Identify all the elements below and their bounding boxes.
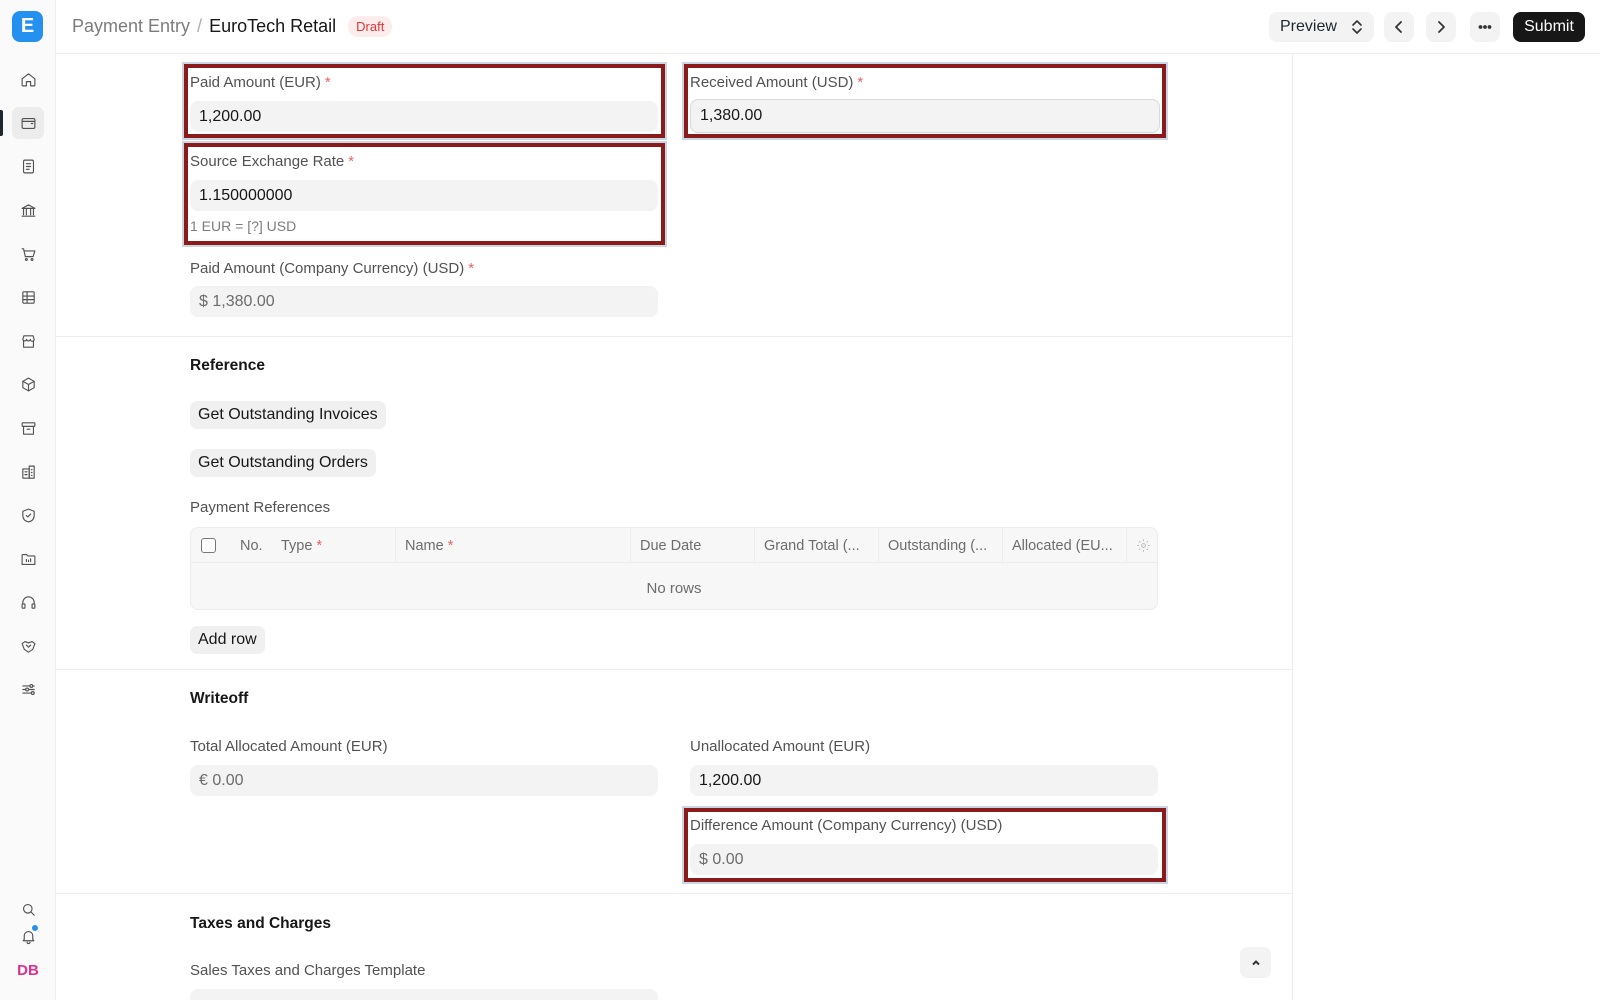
payment-references-label: Payment References bbox=[190, 499, 331, 516]
status-badge: Draft bbox=[348, 16, 393, 37]
section-divider bbox=[56, 893, 1293, 894]
cart-icon[interactable] bbox=[12, 238, 44, 270]
preview-label: Preview bbox=[1280, 18, 1337, 35]
column-type: Type * bbox=[281, 537, 323, 554]
home-icon[interactable] bbox=[12, 63, 44, 95]
folder-icon[interactable] bbox=[12, 543, 44, 575]
unallocated-amount-label: Unallocated Amount (EUR) bbox=[690, 738, 871, 755]
difference-amount-input: $ 0.00 bbox=[690, 844, 1158, 875]
notification-dot bbox=[31, 924, 39, 932]
chevron-left-icon bbox=[1395, 21, 1402, 33]
chevron-up-icon bbox=[1251, 959, 1260, 965]
section-divider bbox=[56, 669, 1293, 670]
wallet-icon[interactable] bbox=[12, 107, 44, 139]
topbar: Payment Entry / EuroTech Retail Draft Pr… bbox=[56, 0, 1600, 54]
sales-taxes-template-label: Sales Taxes and Charges Template bbox=[190, 962, 426, 979]
store-icon[interactable] bbox=[12, 325, 44, 357]
table-header: No. Type * Name * Due Date Grand Total (..… bbox=[191, 528, 1157, 563]
received-amount-label: Received Amount (USD) * bbox=[690, 74, 864, 91]
column-name: Name * bbox=[395, 528, 630, 563]
breadcrumb-separator: / bbox=[197, 16, 203, 36]
submit-button[interactable]: Submit bbox=[1513, 12, 1585, 42]
chevron-up-down-icon bbox=[1352, 20, 1362, 34]
table-icon[interactable] bbox=[12, 281, 44, 313]
source-exchange-rate-label: Source Exchange Rate * bbox=[190, 153, 355, 170]
select-all-checkbox-cell bbox=[191, 528, 227, 563]
paid-amount-input[interactable]: 1,200.00 bbox=[190, 101, 658, 132]
add-row-button[interactable]: Add row bbox=[190, 626, 265, 654]
paid-company-currency-label: Paid Amount (Company Currency) (USD) * bbox=[190, 260, 475, 277]
column-due-date: Due Date bbox=[630, 528, 754, 563]
page-title: EuroTech Retail bbox=[209, 16, 337, 36]
previous-button[interactable] bbox=[1384, 12, 1414, 42]
sliders-icon[interactable] bbox=[12, 673, 44, 705]
select-all-checkbox[interactable] bbox=[201, 538, 216, 553]
paid-amount-label: Paid Amount (EUR) * bbox=[190, 74, 331, 91]
taxes-section-title: Taxes and Charges bbox=[190, 915, 331, 932]
headset-icon[interactable] bbox=[12, 586, 44, 618]
exchange-rate-help: 1 EUR = [?] USD bbox=[190, 218, 297, 234]
scroll-to-top-button[interactable] bbox=[1240, 947, 1271, 978]
reference-section-title: Reference bbox=[190, 357, 265, 374]
column-grand-total: Grand Total (... bbox=[754, 528, 878, 563]
handshake-icon[interactable] bbox=[12, 630, 44, 662]
payment-references-table: No. Type * Name * Due Date Grand Total (..… bbox=[190, 527, 1158, 610]
paid-company-currency-input: $ 1,380.00 bbox=[190, 286, 658, 317]
column-no: No. bbox=[240, 537, 263, 554]
breadcrumb: Payment Entry / EuroTech Retail Draft bbox=[72, 16, 393, 37]
column-allocated: Allocated (EU... bbox=[1002, 528, 1126, 563]
bank-icon[interactable] bbox=[12, 194, 44, 226]
box-icon[interactable] bbox=[12, 368, 44, 400]
sidebar: E DB bbox=[0, 0, 56, 1000]
more-button[interactable] bbox=[1470, 12, 1500, 42]
avatar[interactable]: DB bbox=[12, 954, 44, 986]
bell-icon[interactable] bbox=[12, 920, 44, 952]
total-allocated-input: € 0.00 bbox=[190, 765, 658, 796]
difference-amount-label: Difference Amount (Company Currency) (US… bbox=[690, 817, 1003, 834]
get-outstanding-invoices-button[interactable]: Get Outstanding Invoices bbox=[190, 401, 386, 429]
gear-icon[interactable] bbox=[1126, 528, 1157, 563]
source-exchange-rate-input[interactable]: 1.150000000 bbox=[190, 180, 658, 211]
breadcrumb-parent[interactable]: Payment Entry bbox=[72, 16, 190, 37]
shield-icon[interactable] bbox=[12, 499, 44, 531]
document-icon[interactable] bbox=[12, 150, 44, 182]
empty-table-message: No rows bbox=[646, 580, 702, 597]
active-indicator bbox=[0, 110, 3, 136]
next-button[interactable] bbox=[1426, 12, 1456, 42]
writeoff-section-title: Writeoff bbox=[190, 690, 249, 707]
unallocated-amount-input: 1,200.00 bbox=[690, 765, 1158, 796]
get-outstanding-orders-button[interactable]: Get Outstanding Orders bbox=[190, 449, 376, 477]
archive-icon[interactable] bbox=[12, 412, 44, 444]
column-outstanding: Outstanding (... bbox=[878, 528, 1002, 563]
preview-button[interactable]: Preview bbox=[1269, 12, 1374, 42]
received-amount-input[interactable]: 1,380.00 bbox=[690, 99, 1160, 133]
total-allocated-label: Total Allocated Amount (EUR) bbox=[190, 738, 388, 755]
section-divider bbox=[56, 336, 1293, 337]
building-icon[interactable] bbox=[12, 456, 44, 488]
chevron-right-icon bbox=[1438, 21, 1445, 33]
app-logo[interactable]: E bbox=[12, 11, 43, 42]
more-icon bbox=[1478, 25, 1492, 29]
sales-taxes-template-input[interactable] bbox=[190, 989, 658, 1000]
